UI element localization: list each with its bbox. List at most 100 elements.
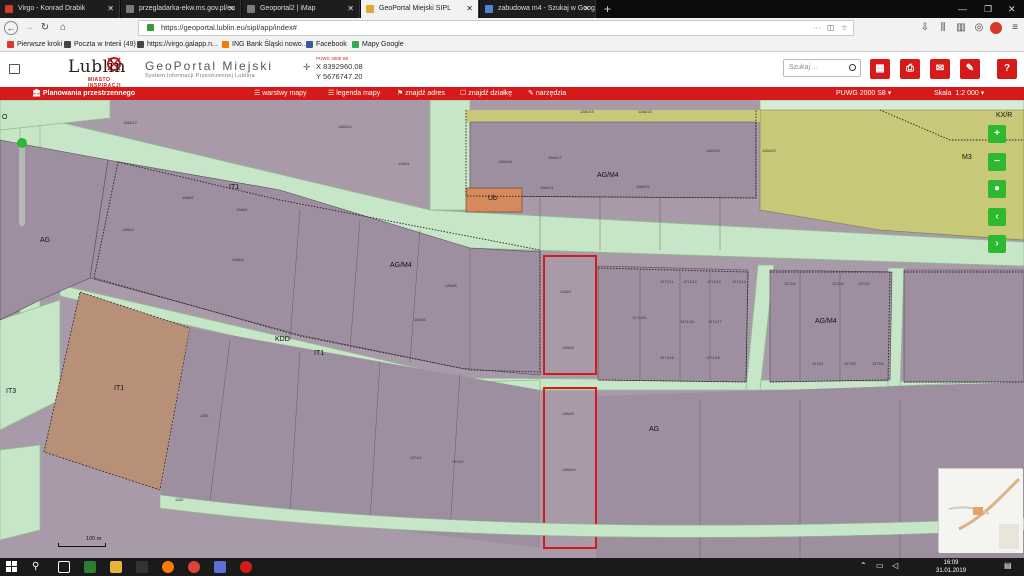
sidebar-icon[interactable]: ▥ — [954, 21, 968, 35]
pan-forward-button[interactable]: › — [988, 235, 1006, 253]
scale-bar — [58, 543, 106, 547]
parcel-label: 1266/8 — [562, 346, 574, 350]
layers-button[interactable]: ☰ warstwy mapy — [254, 87, 307, 100]
tab-title: przegladarka-ekw.ms.gov.pl/eu — [139, 5, 235, 12]
find-plot-button[interactable]: ☐ znajdź działkę — [460, 87, 512, 100]
tab-favicon-icon — [126, 5, 134, 13]
section-button[interactable]: 🏛 Planowania przestrzennego — [32, 87, 135, 100]
pan-back-button[interactable]: ‹ — [988, 208, 1006, 226]
search-icon[interactable]: ⚲ — [32, 561, 44, 573]
map-canvas[interactable]: AG/M4 AG/M4 AG AG Ub KDD IT1 IT1 IT1 IT3… — [0, 100, 1024, 558]
close-tab-icon[interactable]: ✕ — [466, 0, 473, 18]
parcel-label: 1271/14 — [732, 280, 746, 284]
network-icon[interactable]: ▭ — [876, 561, 884, 570]
zoom-out-button[interactable]: − — [988, 153, 1006, 171]
zoom-slider-handle[interactable] — [17, 138, 27, 148]
bookmark-favicon-icon — [7, 41, 14, 48]
lublin-logo[interactable]: Lublin MIASTO INSPIRACJI — [32, 54, 128, 89]
chrome-icon[interactable] — [188, 561, 200, 573]
parcel-label: 1266/17 — [548, 156, 562, 160]
parcel-label: 1266/15 — [580, 110, 594, 114]
page-actions-icon[interactable]: ··· — [813, 21, 821, 35]
tools-button[interactable]: ✎ narzędzia — [528, 87, 566, 100]
bookmark-item[interactable]: Mapy Google — [352, 38, 404, 52]
grid-button[interactable]: ▦ — [870, 59, 890, 79]
zoom-in-button[interactable]: + — [988, 125, 1006, 143]
lock-icon — [147, 24, 154, 31]
zone-label: O — [2, 114, 8, 121]
new-tab-button[interactable]: + — [604, 0, 611, 18]
close-tab-icon[interactable]: ✕ — [107, 0, 114, 18]
bookmark-item[interactable]: Facebook — [306, 38, 347, 52]
task-view-icon[interactable] — [58, 561, 70, 573]
notifications-icon[interactable]: ▤ — [1004, 561, 1012, 570]
overview-map-image — [939, 469, 1023, 553]
wrench-icon: ✎ — [528, 90, 534, 97]
pocket-icon[interactable]: ◫ — [827, 21, 834, 35]
bookmark-item[interactable]: Poczta w Interii (49) — [64, 38, 136, 52]
coordinate-system-label: PUWG 2000 S8 — [316, 56, 349, 61]
windows-start-icon[interactable] — [6, 561, 18, 573]
url-text: https://geoportal.lublin.eu/sipl/app/ind… — [161, 23, 297, 32]
legend-label: legenda mapy — [336, 90, 381, 97]
taskbar-clock[interactable]: 16:09 31.01.2019 — [936, 559, 966, 575]
mail-button[interactable]: ✉ — [930, 59, 950, 79]
pin-icon: ⚑ — [397, 90, 404, 97]
grid-icon: ▦ — [875, 63, 885, 74]
crs-select[interactable]: PUWG 2000 S8 ▾ — [836, 87, 891, 100]
forward-icon[interactable]: → — [22, 21, 36, 35]
back-icon[interactable]: ← — [4, 21, 18, 35]
browser-tab[interactable]: Geoportal2 | iMap ✕ — [242, 0, 360, 18]
parcel-label: 1266/22 — [636, 185, 650, 189]
find-address-button[interactable]: ⚑ znajdź adres — [397, 87, 445, 100]
close-window-icon[interactable]: ✕ — [1008, 0, 1016, 18]
parcel-label: 1266/10 — [562, 468, 576, 472]
print-button[interactable]: ⎙ — [900, 59, 920, 79]
browser-tab[interactable]: zabudowa m4 - Szukaj w Goog ✕ — [480, 0, 596, 18]
extension-icon[interactable]: ◎ — [972, 21, 986, 35]
locate-button[interactable]: ● — [988, 180, 1006, 198]
search-icon[interactable] — [849, 64, 856, 71]
maximize-icon[interactable]: ❐ — [984, 0, 992, 18]
crosshair-icon: ✛ — [303, 62, 311, 72]
star-icon[interactable]: ☆ — [841, 21, 848, 35]
library-icon[interactable]: ⫼ — [936, 21, 950, 35]
legend-button[interactable]: ☰ legenda mapy — [328, 87, 380, 100]
reload-icon[interactable]: ↻ — [38, 21, 52, 35]
minimize-icon[interactable]: — — [958, 0, 967, 18]
close-tab-icon[interactable]: ✕ — [347, 0, 354, 18]
tab-title: GeoPortal Miejski SIPL — [379, 5, 451, 12]
close-tab-icon[interactable]: ✕ — [583, 0, 590, 18]
scale-select[interactable]: Skala 1:2 000 ▾ — [934, 87, 984, 100]
parcel-label: 1281 — [200, 414, 209, 418]
bookmark-item[interactable]: Pierwsze kroki — [7, 38, 62, 52]
menu-toggle-icon[interactable] — [9, 64, 20, 74]
browser-tab-active[interactable]: GeoPortal Miejski SIPL ✕ — [361, 0, 479, 18]
store-icon[interactable] — [84, 561, 96, 573]
help-button[interactable]: ? — [997, 59, 1017, 79]
url-bar[interactable]: https://geoportal.lublin.eu/sipl/app/ind… — [138, 20, 854, 36]
home-icon[interactable]: ⌂ — [56, 21, 70, 35]
close-tab-icon[interactable]: ✕ — [228, 0, 235, 18]
firefox-icon[interactable] — [162, 561, 174, 573]
tray-arrow-icon[interactable]: ⌃ — [860, 561, 867, 570]
zoom-slider-track[interactable] — [19, 144, 25, 226]
download-icon[interactable]: ⇩ — [918, 21, 932, 35]
bookmarks-bar: Pierwsze kroki Poczta w Interii (49) htt… — [0, 38, 1024, 52]
file-explorer-icon[interactable] — [110, 561, 122, 573]
tab-title: Geoportal2 | iMap — [260, 5, 316, 12]
opera-icon[interactable] — [240, 561, 252, 573]
addon-icon[interactable] — [990, 22, 1002, 34]
overview-map[interactable] — [938, 468, 1023, 553]
bookmark-item[interactable]: https://virgo.galapp.n... — [137, 38, 218, 52]
app-icon[interactable] — [136, 561, 148, 573]
edit-button[interactable]: ✎ — [960, 59, 980, 79]
browser-tab[interactable]: przegladarka-ekw.ms.gov.pl/eu ✕ — [121, 0, 241, 18]
bookmark-item[interactable]: ING Bank Śląski nowo... — [222, 38, 307, 52]
parcel-label: 1272/3 — [832, 282, 844, 286]
search-input[interactable]: Szukaj ... — [783, 59, 861, 77]
volume-icon[interactable]: ◁ — [892, 561, 898, 570]
app-icon[interactable] — [214, 561, 226, 573]
menu-icon[interactable]: ≡ — [1008, 21, 1022, 35]
browser-tab[interactable]: Virgo - Konrad Drabik ✕ — [0, 0, 120, 18]
